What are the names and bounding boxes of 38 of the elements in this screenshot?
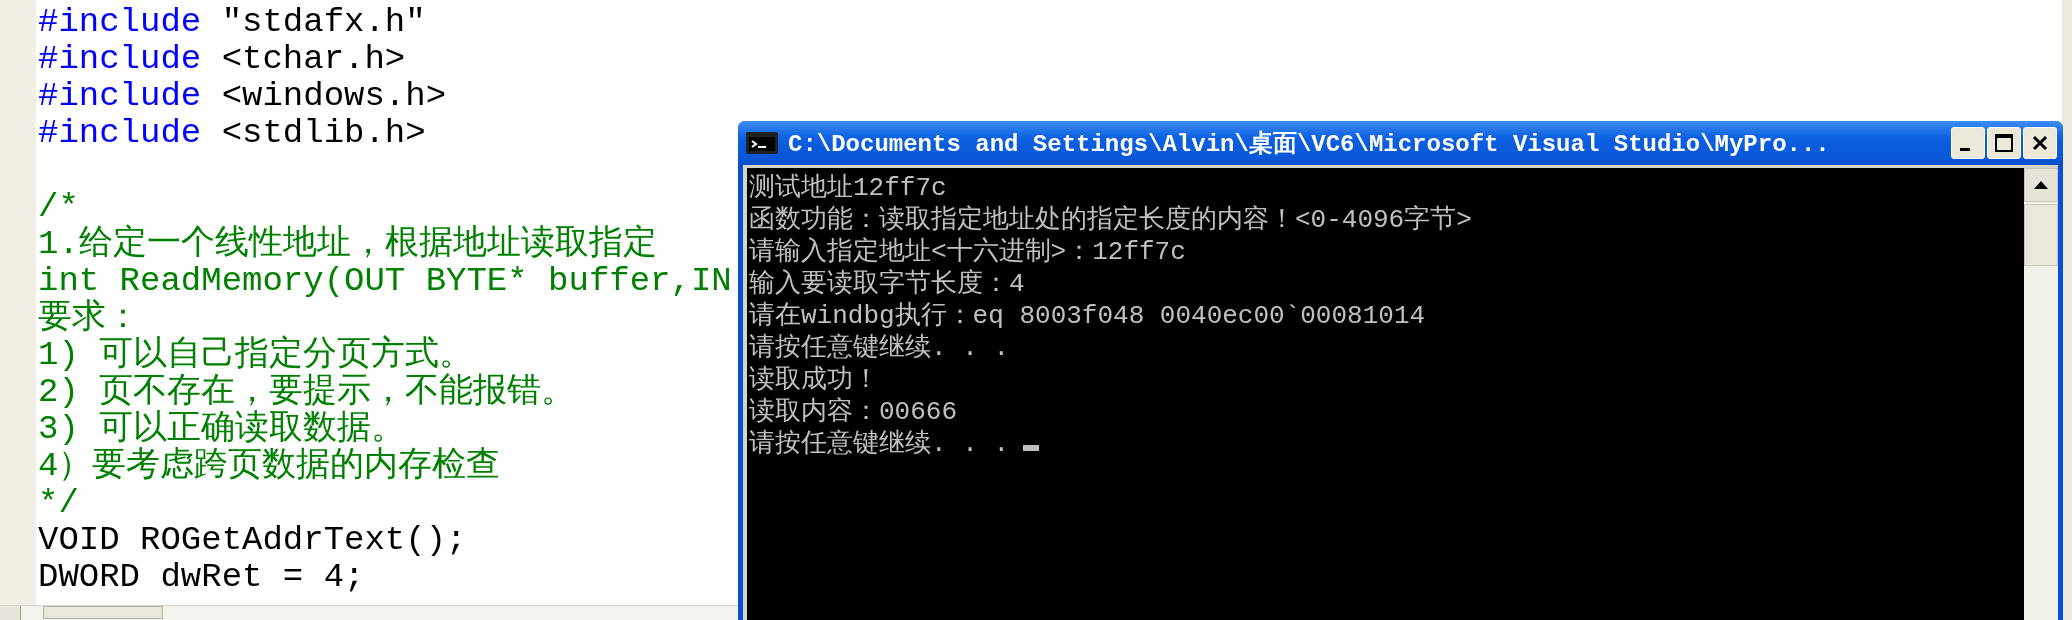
console-output-line: 测试地址12ff7c (749, 173, 947, 203)
minimize-button[interactable] (1951, 127, 1985, 159)
comment-line: 3) 可以正确读取数据。 (38, 411, 406, 448)
horizontal-scrollbar[interactable] (0, 605, 740, 620)
comment-line: 要求： (38, 300, 140, 337)
code-line: DWORD dwRet = 4; (38, 559, 365, 596)
comment-line: */ (38, 485, 79, 522)
window-title: C:\Documents and Settings\Alvin\桌面\VC6\Microsoft Visual Studio\MyPro... (788, 129, 1831, 159)
scroll-thumb[interactable] (43, 606, 163, 619)
close-button[interactable] (2023, 127, 2057, 159)
console-icon (746, 132, 778, 154)
include-line: #include <stdlib.h> (38, 115, 426, 152)
code-line: VOID ROGetAddrText(); (38, 522, 467, 559)
comment-line: 4）要考虑跨页数据的内存检查 (38, 448, 501, 485)
comment-line: 1.给定一个线性地址，根据地址读取指定 (38, 226, 657, 263)
comment-line: 2) 页不存在，要提示，不能报错。 (38, 374, 576, 411)
include-line: #include <windows.h> (38, 78, 447, 115)
console-output-line: 读取成功！ (749, 365, 879, 395)
scroll-up-button[interactable] (2024, 168, 2058, 202)
console-output-line: 读取内容：00666 (749, 397, 957, 427)
vertical-scrollbar[interactable] (2062, 0, 2072, 620)
comment-line: /* (38, 189, 79, 226)
vertical-scrollbar[interactable] (2024, 168, 2058, 620)
up-arrow-icon (2034, 181, 2048, 189)
console-output-line: 输入要读取字节长度：4 (749, 269, 1025, 299)
comment-line: 1) 可以自己指定分页方式。 (38, 337, 474, 374)
include-line: #include "stdafx.h" (38, 4, 426, 41)
minimize-icon (1960, 147, 1970, 151)
include-line: #include <tchar.h> (38, 41, 406, 78)
console-output-line: 请按任意键继续. . . (749, 429, 1009, 459)
console-output-line: 请输入指定地址<十六进制>：12ff7c (749, 237, 1186, 267)
maximize-icon (1993, 132, 2015, 154)
console-output-line: 请按任意键继续. . . (749, 333, 1009, 363)
console-output-line: 请在windbg执行：eq 8003f048 0040ec00`00081014 (749, 301, 1426, 331)
scroll-thumb[interactable] (2024, 204, 2058, 266)
maximize-button[interactable] (1987, 127, 2021, 159)
console-output-line: 函数功能：读取指定地址处的指定长度的内容！<0-4096字节> (749, 205, 1472, 235)
comment-line: int ReadMemory(OUT BYTE* buffer,IN (38, 263, 732, 300)
